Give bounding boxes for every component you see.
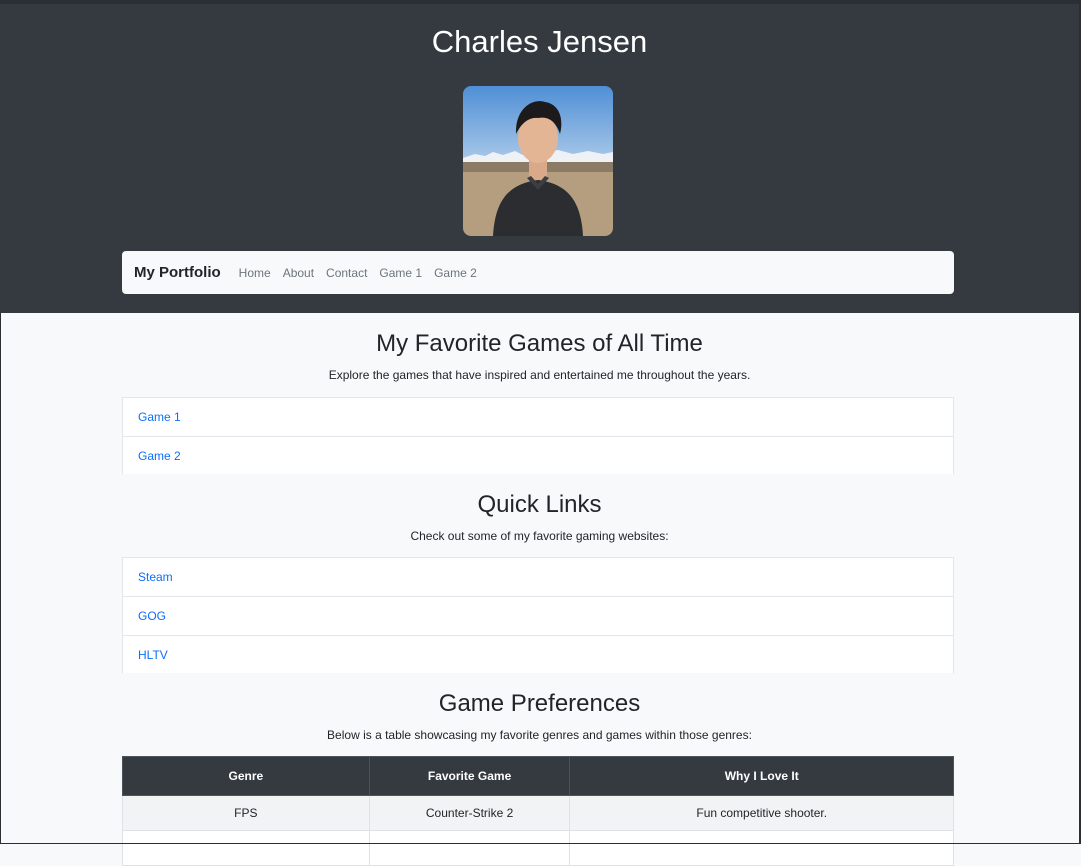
favorites-item-game-1[interactable]: Game 1 <box>122 397 954 436</box>
column-header-genre: Genre <box>122 756 370 796</box>
column-header-why: Why I Love It <box>569 756 954 796</box>
favorites-subtitle: Explore the games that have inspired and… <box>328 368 751 382</box>
table-cell-genre <box>122 830 370 866</box>
quick-link-steam[interactable]: Steam <box>122 557 954 596</box>
table-cell-reason: Fun competitive shooter. <box>569 795 954 831</box>
table-row: FPS Counter-Strike 2 Fun competitive sho… <box>122 795 954 831</box>
table-cell-game <box>368 830 571 866</box>
main-navbar: My Portfolio Home About Contact Game 1 G… <box>122 251 954 294</box>
table-row <box>122 830 954 866</box>
quick-links-subtitle: Check out some of my favorite gaming web… <box>410 529 669 543</box>
nav-link-game-1[interactable]: Game 1 <box>379 266 422 280</box>
quick-link-hltv[interactable]: HLTV <box>122 635 954 674</box>
table-cell-reason <box>569 830 954 866</box>
table-cell-genre: FPS <box>122 795 370 831</box>
navbar-brand[interactable]: My Portfolio <box>134 264 221 281</box>
table-cell-game: Counter-Strike 2 <box>368 795 571 831</box>
column-header-favorite-game: Favorite Game <box>368 756 571 796</box>
quick-links-title: Quick Links <box>477 491 602 518</box>
quick-link-gog[interactable]: GOG <box>122 596 954 635</box>
profile-photo <box>463 86 613 236</box>
nav-link-game-2[interactable]: Game 2 <box>434 266 477 280</box>
page-title: Charles Jensen <box>431 24 648 59</box>
preferences-title: Game Preferences <box>438 690 641 717</box>
favorites-title: My Favorite Games of All Time <box>376 330 703 357</box>
preferences-subtitle: Below is a table showcasing my favorite … <box>327 728 752 742</box>
nav-link-about[interactable]: About <box>283 266 314 280</box>
nav-link-home[interactable]: Home <box>239 266 271 280</box>
preferences-table: Genre Favorite Game Why I Love It FPS Co… <box>122 756 954 866</box>
favorites-list: Game 1 Game 2 <box>122 397 954 475</box>
page-header: Charles Jensen My Portfolio Home About C… <box>0 4 1079 313</box>
favorites-item-game-2[interactable]: Game 2 <box>122 436 954 475</box>
navbar-links: Home About Contact Game 1 Game 2 <box>239 266 489 280</box>
quick-links-list: Steam GOG HLTV <box>122 557 954 674</box>
table-header-row: Genre Favorite Game Why I Love It <box>122 756 954 796</box>
nav-link-contact[interactable]: Contact <box>326 266 367 280</box>
